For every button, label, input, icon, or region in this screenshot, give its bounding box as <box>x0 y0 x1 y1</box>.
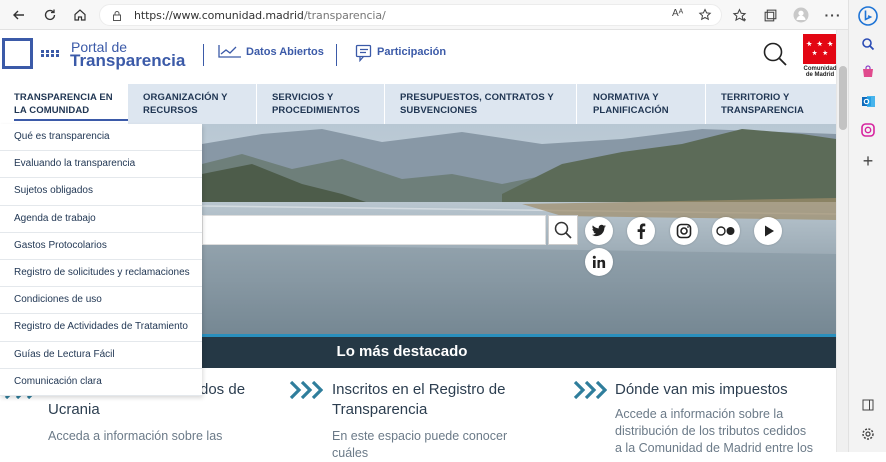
browser-toolbar: https://www.comunidad.madrid/transparenc… <box>0 0 848 30</box>
card-title-tail: dos de <box>200 381 246 398</box>
profile-icon[interactable] <box>791 5 811 25</box>
nav-normativa[interactable]: NORMATIVA Y PLANIFICACIÓN <box>577 84 704 124</box>
nav-label: PRESUPUESTOS, CONTRATOS Y SUBVENCIONES <box>400 92 554 116</box>
dropdown-item[interactable]: Condiciones de uso <box>0 287 202 315</box>
nav-label: NORMATIVA Y PLANIFICACIÓN <box>593 92 669 116</box>
cm-logo-text: Comunidad de Madrid <box>803 66 837 78</box>
card-title: Inscritos en el Registro de Transparenci… <box>332 381 506 418</box>
card-text: Accede a información sobre la distribuci… <box>615 407 814 455</box>
page-scrollbar[interactable] <box>836 30 848 452</box>
featured-banner: Lo más destacado <box>202 334 836 368</box>
main-nav: TRANSPARENCIA EN LA COMUNIDAD ORGANIZACI… <box>0 84 836 124</box>
nav-presupuestos[interactable]: PRESUPUESTOS, CONTRATOS Y SUBVENCIONES <box>385 84 575 124</box>
url-path: /transparencia/ <box>303 9 386 22</box>
youtube-icon[interactable] <box>754 217 782 245</box>
more-icon[interactable]: ··· <box>823 5 843 25</box>
dropdown-item[interactable]: Agenda de trabajo <box>0 206 202 233</box>
logo-dots-icon <box>41 50 59 57</box>
sidebar-toggle-icon[interactable] <box>858 395 878 415</box>
instagram-side-icon[interactable] <box>858 120 878 140</box>
datos-abiertos-icon <box>218 43 242 64</box>
card-text: Acceda a información sobre las <box>48 429 223 443</box>
hero-search-button[interactable] <box>548 215 578 245</box>
favorite-add-icon[interactable] <box>698 8 712 27</box>
dropdown-item[interactable]: Comunicación clara <box>0 369 202 396</box>
bing-icon[interactable] <box>858 6 878 26</box>
nav-label: TERRITORIO Y TRANSPARENCIA <box>721 92 804 116</box>
url-text: https://www.comunidad.madrid/transparenc… <box>134 9 386 22</box>
header-divider <box>203 44 204 66</box>
url-host: https://www.comunidad.madrid <box>134 9 304 22</box>
lock-icon[interactable] <box>111 9 123 27</box>
nav-transparencia[interactable]: TRANSPARENCIA EN LA COMUNIDAD <box>0 84 128 124</box>
card-title: Dónde van mis impuestos <box>615 381 788 398</box>
linkedin-icon[interactable] <box>585 248 613 276</box>
nav-label: TRANSPARENCIA EN LA COMUNIDAD <box>14 91 128 121</box>
settings-icon[interactable] <box>858 424 878 444</box>
edge-sidebar: + <box>848 0 886 452</box>
logo-square[interactable] <box>2 38 33 69</box>
instagram-icon[interactable] <box>670 217 698 245</box>
hero-search-input[interactable] <box>202 215 546 245</box>
logo-transparencia-text[interactable]: Transparencia <box>70 52 185 70</box>
dropdown-item[interactable]: Guías de Lectura Fácil <box>0 342 202 369</box>
chevrons-icon <box>289 381 323 399</box>
cm-flag <box>803 34 836 64</box>
back-icon[interactable] <box>9 5 29 25</box>
shopping-icon[interactable] <box>858 62 878 82</box>
read-aloud-icon[interactable]: Aᴬ <box>672 8 683 19</box>
favorites-icon[interactable] <box>729 5 749 25</box>
header-divider <box>336 44 337 66</box>
nav-label: SERVICIOS Y PROCEDIMIENTOS <box>272 92 360 116</box>
facebook-icon[interactable] <box>627 217 655 245</box>
site-search-icon[interactable] <box>762 41 788 67</box>
dropdown-item[interactable]: Registro de solicitudes y reclamaciones <box>0 260 202 288</box>
scrollbar-thumb[interactable] <box>839 66 847 130</box>
search-icon[interactable] <box>858 34 878 54</box>
outlook-icon[interactable] <box>858 91 878 111</box>
card-title: Ucrania <box>48 401 100 418</box>
nav-territorio[interactable]: TERRITORIO Y TRANSPARENCIA <box>706 84 836 124</box>
refresh-icon[interactable] <box>40 5 60 25</box>
participacion-link[interactable]: Participación <box>377 46 446 58</box>
card-text: En este espacio puede conocer cuáles <box>332 429 508 460</box>
address-bar[interactable]: https://www.comunidad.madrid/transparenc… <box>99 4 722 26</box>
transparencia-dropdown: Qué es transparencia Evaluando la transp… <box>0 124 202 396</box>
dropdown-item[interactable]: Qué es transparencia <box>0 124 202 152</box>
dropdown-item[interactable]: Gastos Protocolarios <box>0 233 202 260</box>
dropdown-item[interactable]: Sujetos obligados <box>0 178 202 206</box>
chevrons-icon <box>573 381 607 399</box>
collections-icon[interactable] <box>760 5 780 25</box>
search-icon <box>554 221 572 239</box>
nav-servicios[interactable]: SERVICIOS Y PROCEDIMIENTOS <box>257 84 384 124</box>
flickr-icon[interactable] <box>712 217 740 245</box>
home-icon[interactable] <box>70 5 90 25</box>
dropdown-item[interactable]: Evaluando la transparencia <box>0 151 202 179</box>
datos-abiertos-link[interactable]: Datos Abiertos <box>246 46 324 58</box>
nav-label: ORGANIZACIÓN Y RECURSOS <box>143 92 228 116</box>
nav-organizacion[interactable]: ORGANIZACIÓN Y RECURSOS <box>128 84 256 124</box>
participacion-icon <box>355 44 373 67</box>
comunidad-madrid-logo[interactable]: Comunidad de Madrid <box>803 34 837 80</box>
add-icon[interactable]: + <box>858 151 878 171</box>
dropdown-item[interactable]: Registro de Actividades de Tratamiento <box>0 314 202 342</box>
site-header: Portal de Transparencia Datos Abiertos P… <box>0 30 837 84</box>
featured-title: Lo más destacado <box>336 343 468 360</box>
twitter-icon[interactable] <box>585 217 613 245</box>
